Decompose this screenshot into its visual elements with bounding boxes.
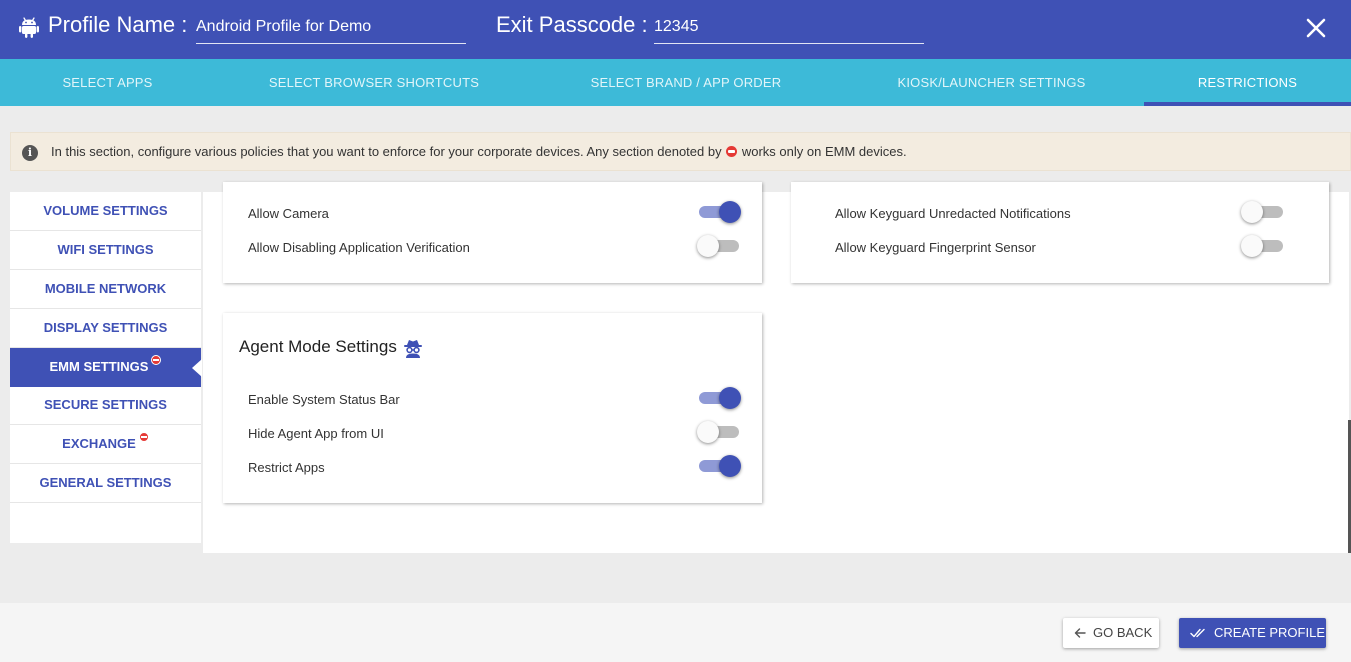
toggle-restrict-apps[interactable]: [697, 454, 741, 478]
emm-badge-icon: [151, 355, 162, 365]
sidebar-item-secure-settings[interactable]: SECURE SETTINGS: [10, 386, 201, 425]
toggle-keyguard-fingerprint-sensor[interactable]: [1241, 234, 1285, 258]
toggle-enable-system-status-bar[interactable]: [697, 386, 741, 410]
sidebar-item-wifi-settings[interactable]: WIFI SETTINGS: [10, 231, 201, 270]
emm-indicator-icon: [726, 146, 738, 157]
tab-select-browser-shortcuts[interactable]: SELECT BROWSER SHORTCUTS: [215, 59, 533, 106]
sidebar-item-label: SECURE SETTINGS: [44, 397, 167, 412]
row-label-restrict-apps: Restrict Apps: [248, 460, 325, 475]
settings-sidebar: VOLUME SETTINGS WIFI SETTINGS MOBILE NET…: [10, 192, 202, 543]
emm-settings-card-left: Allow Camera Allow Disabling Application…: [223, 182, 762, 283]
active-tab-indicator: [1144, 102, 1351, 106]
toggle-keyguard-unredacted-notifications[interactable]: [1241, 200, 1285, 224]
row-label-allow-disabling-app-verification: Allow Disabling Application Verification: [248, 240, 470, 255]
agent-mode-settings-card: Agent Mode Settings Enable System Status…: [223, 313, 762, 503]
sidebar-item-label: EMM SETTINGS: [49, 359, 149, 374]
sidebar-item-display-settings[interactable]: DISPLAY SETTINGS: [10, 309, 201, 348]
profile-name-label: Profile Name :: [48, 12, 188, 37]
footer-bar: GO BACK CREATE PROFILE: [0, 603, 1351, 662]
sidebar-item-exchange[interactable]: EXCHANGE: [10, 425, 201, 464]
agent-mode-settings-title: Agent Mode Settings: [239, 337, 397, 356]
toggle-hide-agent-app[interactable]: [697, 420, 741, 444]
sidebar-item-emm-settings[interactable]: EMM SETTINGS: [10, 348, 202, 387]
row-label-keyguard-unredacted-notifications: Allow Keyguard Unredacted Notifications: [835, 206, 1071, 221]
tab-restrictions[interactable]: RESTRICTIONS: [1144, 59, 1351, 106]
info-text-after: works only on EMM devices.: [741, 144, 907, 159]
sidebar-item-general-settings[interactable]: GENERAL SETTINGS: [10, 464, 201, 503]
tab-select-brand-app-order[interactable]: SELECT BRAND / APP ORDER: [533, 59, 839, 106]
row-label-enable-system-status-bar: Enable System Status Bar: [248, 392, 400, 407]
emm-settings-card-right: Allow Keyguard Unredacted Notifications …: [791, 182, 1329, 283]
info-icon: i: [22, 145, 38, 161]
create-profile-button[interactable]: CREATE PROFILE: [1179, 618, 1326, 648]
sidebar-item-label: WIFI SETTINGS: [57, 242, 154, 257]
exit-passcode-input[interactable]: 12345: [654, 12, 924, 44]
tab-select-apps[interactable]: SELECT APPS: [0, 59, 215, 106]
arrow-left-icon: [1074, 628, 1086, 638]
sidebar-item-label: VOLUME SETTINGS: [43, 203, 168, 218]
restrictions-content: Allow Camera Allow Disabling Application…: [203, 182, 1349, 553]
exit-passcode-label: Exit Passcode :: [496, 12, 648, 37]
profile-name-input[interactable]: Android Profile for Demo: [196, 12, 466, 44]
sidebar-item-label: MOBILE NETWORK: [44, 281, 167, 296]
emm-badge-icon: [138, 432, 149, 442]
sidebar-item-label: GENERAL SETTINGS: [39, 475, 172, 490]
sidebar-item-label: DISPLAY SETTINGS: [43, 320, 168, 335]
double-check-icon: [1190, 628, 1205, 638]
info-text: In this section, configure various polic…: [51, 144, 907, 159]
go-back-button[interactable]: GO BACK: [1063, 618, 1159, 648]
row-label-hide-agent-app: Hide Agent App from UI: [248, 426, 384, 441]
row-label-allow-camera: Allow Camera: [248, 206, 329, 221]
app-header: Profile Name : Android Profile for Demo …: [0, 0, 1351, 59]
info-text-before: In this section, configure various polic…: [51, 144, 722, 159]
sidebar-item-volume-settings[interactable]: VOLUME SETTINGS: [10, 192, 201, 231]
tab-kiosk-launcher-settings[interactable]: KIOSK/LAUNCHER SETTINGS: [839, 59, 1144, 106]
toggle-allow-camera[interactable]: [697, 200, 741, 224]
android-icon: [19, 17, 39, 38]
tab-bar: SELECT APPS SELECT BROWSER SHORTCUTS SEL…: [0, 59, 1351, 106]
toggle-allow-disabling-app-verification[interactable]: [697, 234, 741, 258]
agent-icon: [404, 340, 422, 358]
create-profile-label: CREATE PROFILE: [1214, 625, 1326, 640]
close-icon[interactable]: [1304, 16, 1328, 40]
info-banner: i In this section, configure various pol…: [10, 132, 1351, 171]
go-back-label: GO BACK: [1093, 625, 1153, 640]
sidebar-item-label: EXCHANGE: [62, 436, 136, 451]
sidebar-item-mobile-network[interactable]: MOBILE NETWORK: [10, 270, 201, 309]
row-label-keyguard-fingerprint-sensor: Allow Keyguard Fingerprint Sensor: [835, 240, 1036, 255]
